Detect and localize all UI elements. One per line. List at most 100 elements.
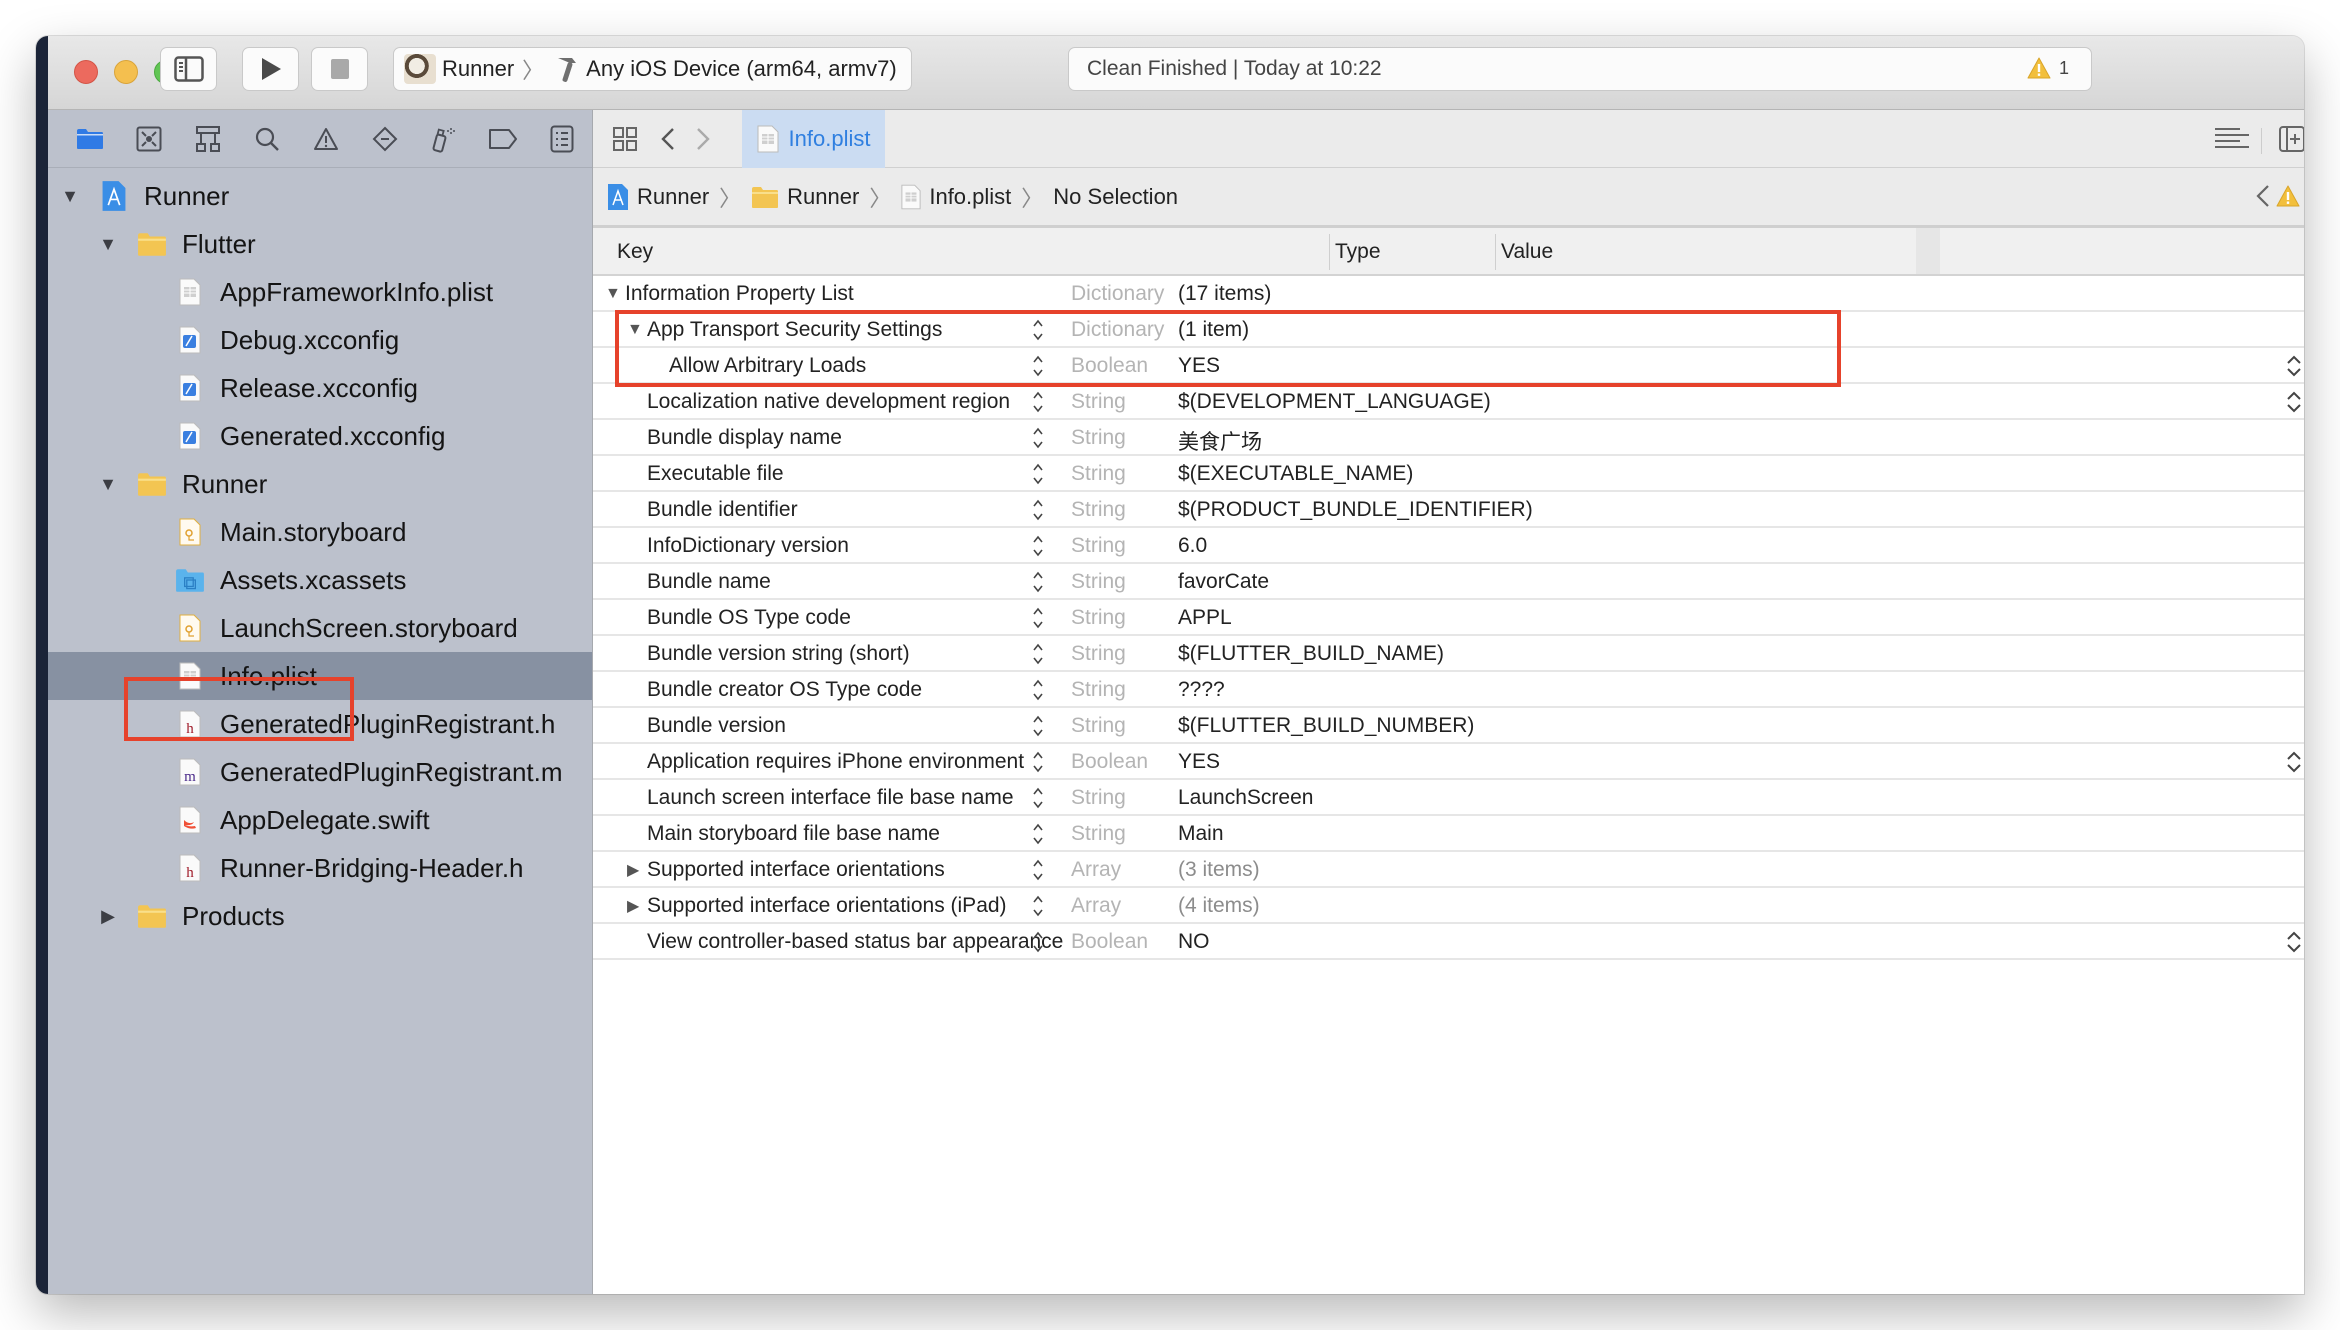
plist-key[interactable]: ▶ Supported interface orientations — [627, 858, 945, 882]
plist-value[interactable]: Main — [1178, 822, 1224, 846]
tree-item[interactable]: Assets.xcassets — [48, 556, 592, 604]
breadcrumb-group[interactable]: Runner — [787, 184, 859, 210]
plist-key[interactable]: Bundle creator OS Type code — [627, 678, 922, 702]
breadcrumb-selection[interactable]: No Selection — [1053, 184, 1178, 210]
key-stepper-icon[interactable] — [1032, 821, 1044, 847]
plist-type[interactable]: Array — [1071, 894, 1121, 918]
plist-row[interactable]: ▼ Information Property List Dictionary (17 … — [593, 276, 2304, 312]
plist-row[interactable]: Main storyboard file base name String Main — [593, 816, 2304, 852]
plist-value[interactable]: LaunchScreen — [1178, 786, 1313, 810]
column-key[interactable]: Key — [617, 240, 653, 264]
plist-key[interactable]: Bundle version — [627, 714, 786, 738]
plist-key[interactable]: ▼ Information Property List — [605, 282, 854, 306]
plist-key[interactable]: Bundle identifier — [627, 498, 798, 522]
plist-row[interactable]: InfoDictionary version String 6.0 — [593, 528, 2304, 564]
tree-item[interactable]: Generated.xcconfig — [48, 412, 592, 460]
minimize-window-button[interactable] — [114, 60, 138, 84]
tree-item[interactable]: ▼ Runner — [48, 460, 592, 508]
plist-value[interactable]: YES — [1178, 750, 1220, 774]
disclosure-closed-icon[interactable]: ▶ — [98, 906, 118, 926]
key-stepper-icon[interactable] — [1032, 713, 1044, 739]
tree-item[interactable]: Info.plist — [48, 652, 592, 700]
value-popup-icon[interactable] — [2286, 389, 2302, 415]
plist-row[interactable]: Allow Arbitrary Loads Boolean YES — [593, 348, 2304, 384]
tree-item[interactable]: ▼ Runner — [48, 172, 592, 220]
stop-button[interactable] — [311, 47, 368, 91]
close-window-button[interactable] — [74, 60, 98, 84]
plist-key[interactable]: Bundle version string (short) — [627, 642, 910, 666]
plist-value[interactable]: YES — [1178, 354, 1220, 378]
plist-value[interactable]: APPL — [1178, 606, 1232, 630]
disclosure-open-icon[interactable]: ▼ — [627, 321, 647, 339]
tab-project-navigator[interactable] — [60, 119, 119, 159]
plist-key[interactable]: Launch screen interface file base name — [627, 786, 1014, 810]
tree-item[interactable]: Release.xcconfig — [48, 364, 592, 412]
disclosure-closed-icon[interactable]: ▶ — [627, 860, 647, 880]
tree-item[interactable]: Debug.xcconfig — [48, 316, 592, 364]
tab-issue-navigator[interactable] — [296, 119, 355, 159]
tab-symbol-navigator[interactable] — [178, 119, 237, 159]
tab-info-plist[interactable]: Info.plist — [742, 110, 885, 168]
key-stepper-icon[interactable] — [1032, 389, 1044, 415]
key-stepper-icon[interactable] — [1032, 641, 1044, 667]
plist-row[interactable]: ▼ App Transport Security Settings Dictiona… — [593, 312, 2304, 348]
plist-row[interactable]: Bundle version String $(FLUTTER_BUILD_NUMB… — [593, 708, 2304, 744]
key-stepper-icon[interactable] — [1032, 857, 1044, 883]
plist-row[interactable]: Bundle display name String 美食广场 — [593, 420, 2304, 456]
plist-type[interactable]: String — [1071, 678, 1126, 702]
plist-value[interactable]: $(EXECUTABLE_NAME) — [1178, 462, 1413, 486]
plist-type[interactable]: String — [1071, 462, 1126, 486]
add-editor-button[interactable] — [2272, 119, 2304, 159]
key-stepper-icon[interactable] — [1032, 353, 1044, 379]
plist-type[interactable]: Boolean — [1071, 930, 1148, 954]
plist-key[interactable]: ▶ Supported interface orientations (iPad) — [627, 894, 1007, 918]
plist-row[interactable]: Launch screen interface file base name St… — [593, 780, 2304, 816]
run-button[interactable] — [242, 47, 299, 91]
plist-value[interactable]: (1 item) — [1178, 318, 1249, 342]
plist-type[interactable]: String — [1071, 786, 1126, 810]
plist-row[interactable]: Executable file String $(EXECUTABLE_NAME) — [593, 456, 2304, 492]
plist-value[interactable]: $(PRODUCT_BUNDLE_IDENTIFIER) — [1178, 498, 1533, 522]
plist-type[interactable]: String — [1071, 570, 1126, 594]
editor-options-button[interactable] — [2212, 119, 2252, 159]
key-stepper-icon[interactable] — [1032, 677, 1044, 703]
plist-row[interactable]: Application requires iPhone environment B… — [593, 744, 2304, 780]
plist-row[interactable]: Bundle identifier String $(PRODUCT_BUNDLE_… — [593, 492, 2304, 528]
disclosure-closed-icon[interactable]: ▶ — [627, 896, 647, 916]
plist-value[interactable]: 6.0 — [1178, 534, 1207, 558]
tree-item[interactable]: ▼ Flutter — [48, 220, 592, 268]
key-stepper-icon[interactable] — [1032, 461, 1044, 487]
destination-name[interactable]: Any iOS Device (arm64, armv7) — [586, 56, 897, 82]
value-popup-icon[interactable] — [2286, 749, 2302, 775]
plist-value[interactable]: $(FLUTTER_BUILD_NAME) — [1178, 642, 1444, 666]
key-stepper-icon[interactable] — [1032, 785, 1044, 811]
plist-row[interactable]: Localization native development region St… — [593, 384, 2304, 420]
disclosure-open-icon[interactable]: ▼ — [60, 186, 80, 206]
plist-key[interactable]: ▼ App Transport Security Settings — [627, 318, 942, 342]
plist-key[interactable]: Localization native development region — [627, 390, 1010, 414]
plist-row[interactable]: Bundle OS Type code String APPL — [593, 600, 2304, 636]
plist-type[interactable]: String — [1071, 498, 1126, 522]
warning-indicator[interactable]: 1 — [2027, 57, 2069, 79]
disclosure-open-icon[interactable]: ▼ — [98, 474, 118, 494]
plist-row[interactable]: ▶ Supported interface orientations (iPad)… — [593, 888, 2304, 924]
key-stepper-icon[interactable] — [1032, 893, 1044, 919]
plist-type[interactable]: String — [1071, 606, 1126, 630]
plist-value[interactable]: (4 items) — [1178, 894, 1260, 918]
plist-value[interactable]: NO — [1178, 930, 1210, 954]
plist-value[interactable]: 美食广场 — [1178, 426, 1262, 456]
plist-type[interactable]: Array — [1071, 858, 1121, 882]
breadcrumb-file[interactable]: Info.plist — [929, 184, 1011, 210]
plist-key[interactable]: Bundle name — [627, 570, 771, 594]
key-stepper-icon[interactable] — [1032, 569, 1044, 595]
plist-row[interactable]: View controller-based status bar appeara… — [593, 924, 2304, 960]
tree-item[interactable]: Main.storyboard — [48, 508, 592, 556]
plist-type[interactable]: String — [1071, 714, 1126, 738]
tab-test-navigator[interactable] — [356, 119, 415, 159]
tree-item[interactable]: h GeneratedPluginRegistrant.h — [48, 700, 592, 748]
tree-item[interactable]: m GeneratedPluginRegistrant.m — [48, 748, 592, 796]
column-value[interactable]: Value — [1501, 240, 1553, 264]
plist-type[interactable]: String — [1071, 534, 1126, 558]
key-stepper-icon[interactable] — [1032, 425, 1044, 451]
value-popup-icon[interactable] — [2286, 929, 2302, 955]
